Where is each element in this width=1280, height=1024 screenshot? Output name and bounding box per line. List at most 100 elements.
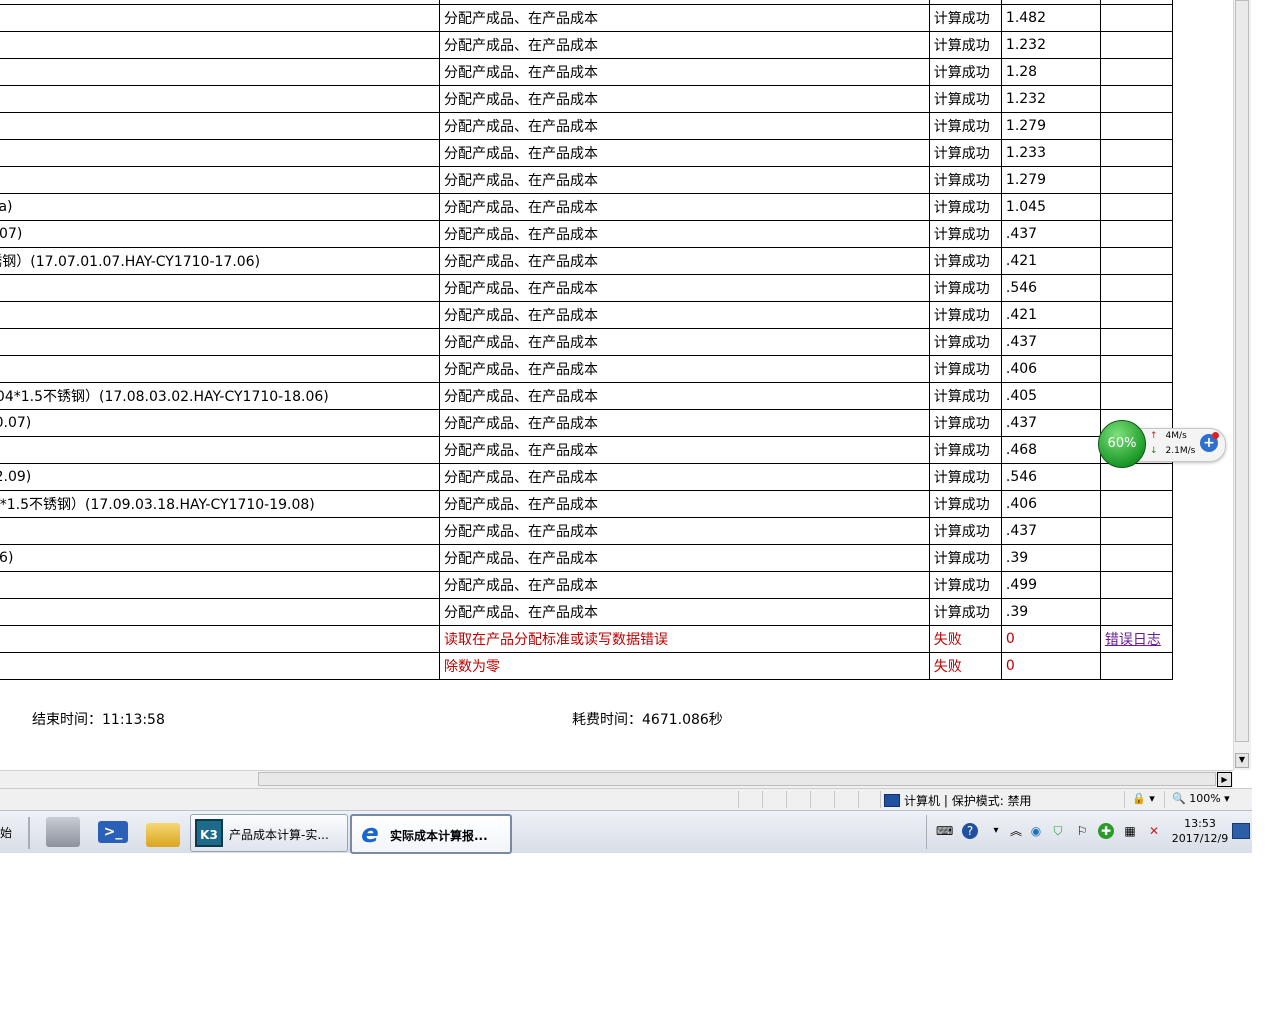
- status-cell: 失败: [928, 625, 1002, 653]
- value-cell: .437: [1000, 409, 1101, 437]
- item-cell: 05): [0, 4, 441, 32]
- status-segment: [1164, 791, 1165, 808]
- item-cell: 1710-22.09): [0, 463, 441, 491]
- note-cell: [1099, 598, 1174, 626]
- scroll-down-arrow-icon[interactable]: ▼: [1235, 753, 1249, 768]
- keyboard-icon[interactable]: ⌨: [936, 823, 953, 839]
- status-cell: 计算成功: [928, 328, 1002, 356]
- item-cell: -11.04): [0, 598, 441, 626]
- table-row: 500025a)分配产成品、在产品成本计算成功1.045: [0, 193, 1174, 221]
- volume-muted-icon[interactable]: ✕: [1146, 823, 1162, 839]
- help-icon[interactable]: ?: [962, 823, 978, 839]
- value-cell: .39: [1000, 598, 1101, 626]
- network-usage-ball[interactable]: 60%: [1098, 420, 1146, 468]
- show-hidden-icons-icon[interactable]: ︽: [1008, 823, 1024, 839]
- value-cell: 1.045: [1000, 193, 1101, 221]
- description-cell: 分配产成品、在产品成本: [439, 598, 930, 626]
- report-viewport[interactable]: )分配产成品、在产品成本计算成功1.21705)分配产成品、在产品成本计算成功1…: [0, 0, 1233, 770]
- language-bar-icon[interactable]: ▾: [988, 823, 1004, 839]
- table-row: 1710-22.09)分配产成品、在产品成本计算成功.546: [0, 463, 1174, 491]
- download-arrow-icon: ↓: [1150, 446, 1158, 456]
- item-cell: -09.08): [0, 517, 441, 545]
- security-zone[interactable]: 计算机 | 保护模式: 禁用: [884, 792, 1032, 809]
- status-cell: 计算成功: [928, 517, 1002, 545]
- status-cell: 计算成功: [928, 355, 1002, 383]
- item-cell: -15.05): [0, 274, 441, 302]
- server-manager-icon[interactable]: [46, 817, 80, 847]
- value-cell: 1.279: [1000, 112, 1101, 140]
- scroll-right-arrow-icon[interactable]: ▶: [1217, 772, 1232, 787]
- clock-date: 2017/12/9: [1171, 832, 1229, 845]
- show-desktop-icon[interactable]: [1232, 823, 1250, 839]
- table-row: 运柜、304*1.5不锈钢）(17.08.03.02.HAY-CY1710-18…: [0, 382, 1174, 410]
- value-cell: .406: [1000, 490, 1101, 518]
- status-cell: 计算成功: [928, 274, 1002, 302]
- description-cell: 分配产成品、在产品成本: [439, 4, 930, 32]
- powershell-icon[interactable]: >_: [98, 821, 128, 843]
- table-row: 1710-20.07)分配产成品、在产品成本计算成功.437: [0, 409, 1174, 437]
- note-cell: [1099, 274, 1174, 302]
- folder-icon[interactable]: [146, 823, 180, 847]
- vertical-scroll-thumb[interactable]: [1235, 0, 1249, 742]
- table-row: 柜、304*1.5不锈钢）(17.09.03.18.HAY-CY1710-19.…: [0, 490, 1174, 518]
- tray-separator: [926, 815, 927, 849]
- network-tray-icon[interactable]: ◉: [1028, 823, 1044, 839]
- vertical-scrollbar[interactable]: ▼: [1233, 0, 1251, 770]
- note-cell: [1099, 4, 1174, 32]
- note-cell: [1099, 652, 1174, 680]
- green-app-icon[interactable]: ✚: [1098, 823, 1114, 839]
- item-cell: -21.07): [0, 436, 441, 464]
- table-row: *1.2不锈钢）(17.07.01.07.HAY-CY1710-17.06)分配…: [0, 247, 1174, 275]
- privacy-icon[interactable]: 🔒 ▾: [1132, 792, 1155, 805]
- note-cell: [1099, 58, 1174, 86]
- item-cell: *1.2不锈钢）(17.07.01.07.HAY-CY1710-17.06): [0, 247, 441, 275]
- description-cell: 分配产成品、在产品成本: [439, 166, 930, 194]
- value-cell: .546: [1000, 274, 1101, 302]
- description-cell: 分配产成品、在产品成本: [439, 31, 930, 59]
- network-connection-icon[interactable]: ▦: [1122, 823, 1138, 839]
- start-button[interactable]: 开始: [0, 819, 24, 847]
- note-cell: [1099, 139, 1174, 167]
- table-row: 10-10.06)分配产成品、在产品成本计算成功.39: [0, 544, 1174, 572]
- upload-speed: ↑ 4M/s: [1150, 431, 1187, 441]
- item-cell: 08): [0, 58, 441, 86]
- note-cell: [1099, 112, 1174, 140]
- item-cell: 08): [0, 166, 441, 194]
- taskbar-button-cost-calc[interactable]: K3 产品成本计算-实...: [190, 814, 348, 852]
- protected-mode-label: 保护模式: 禁用: [951, 794, 1032, 808]
- status-cell: 计算成功: [928, 571, 1002, 599]
- network-speed-widget[interactable]: 60% ↑ 4M/s ↓ 2.1M/s +: [1098, 420, 1226, 468]
- item-cell: 710-06.07): [0, 220, 441, 248]
- note-cell: [1099, 220, 1174, 248]
- horizontal-scrollbar[interactable]: ▶: [0, 770, 1233, 788]
- table-row: -15.05)分配产成品、在产品成本计算成功.546: [0, 274, 1174, 302]
- status-cell: 计算成功: [928, 490, 1002, 518]
- description-cell: 分配产成品、在产品成本: [439, 490, 930, 518]
- value-cell: .421: [1000, 247, 1101, 275]
- zoom-control[interactable]: 🔍 100% ▾: [1172, 792, 1230, 805]
- security-shield-icon[interactable]: ⛉: [1050, 823, 1066, 839]
- description-cell: 分配产成品、在产品成本: [439, 409, 930, 437]
- description-cell: 分配产成品、在产品成本: [439, 382, 930, 410]
- taskbar-button-actual-cost-report[interactable]: e 实际成本计算报...: [350, 814, 512, 854]
- error-log-link[interactable]: 错误日志: [1105, 632, 1161, 648]
- action-center-flag-icon[interactable]: ⚐: [1074, 823, 1090, 839]
- network-usage-percent: 60%: [1107, 436, 1137, 451]
- horizontal-scroll-thumb[interactable]: [258, 772, 1216, 786]
- note-cell: [1099, 382, 1174, 410]
- description-cell: 分配产成品、在产品成本: [439, 247, 930, 275]
- description-cell: 读取在产品分配标准或读写数据错误: [439, 625, 930, 653]
- taskbar-separator: [28, 817, 30, 849]
- item-cell: 10-10.06): [0, 544, 441, 572]
- table-row: -21.07)分配产成品、在产品成本计算成功.468: [0, 436, 1174, 464]
- start-button-label: 开始: [0, 826, 13, 840]
- description-cell: 分配产成品、在产品成本: [439, 571, 930, 599]
- note-cell: [1099, 328, 1174, 356]
- system-clock[interactable]: 13:53 2017/12/9: [1170, 816, 1230, 846]
- value-cell: 0: [1000, 652, 1101, 680]
- windows-taskbar: 开始 >_ K3 产品成本计算-实... e 实际成本计算报... ⌨ ? ▾ …: [0, 810, 1252, 854]
- table-row: 06)分配产成品、在产品成本计算成功1.233: [0, 139, 1174, 167]
- item-cell: 柜、304*1.5不锈钢）(17.09.03.18.HAY-CY1710-19.…: [0, 490, 441, 518]
- status-segment: [738, 791, 739, 808]
- item-cell: 7.11): [0, 85, 441, 113]
